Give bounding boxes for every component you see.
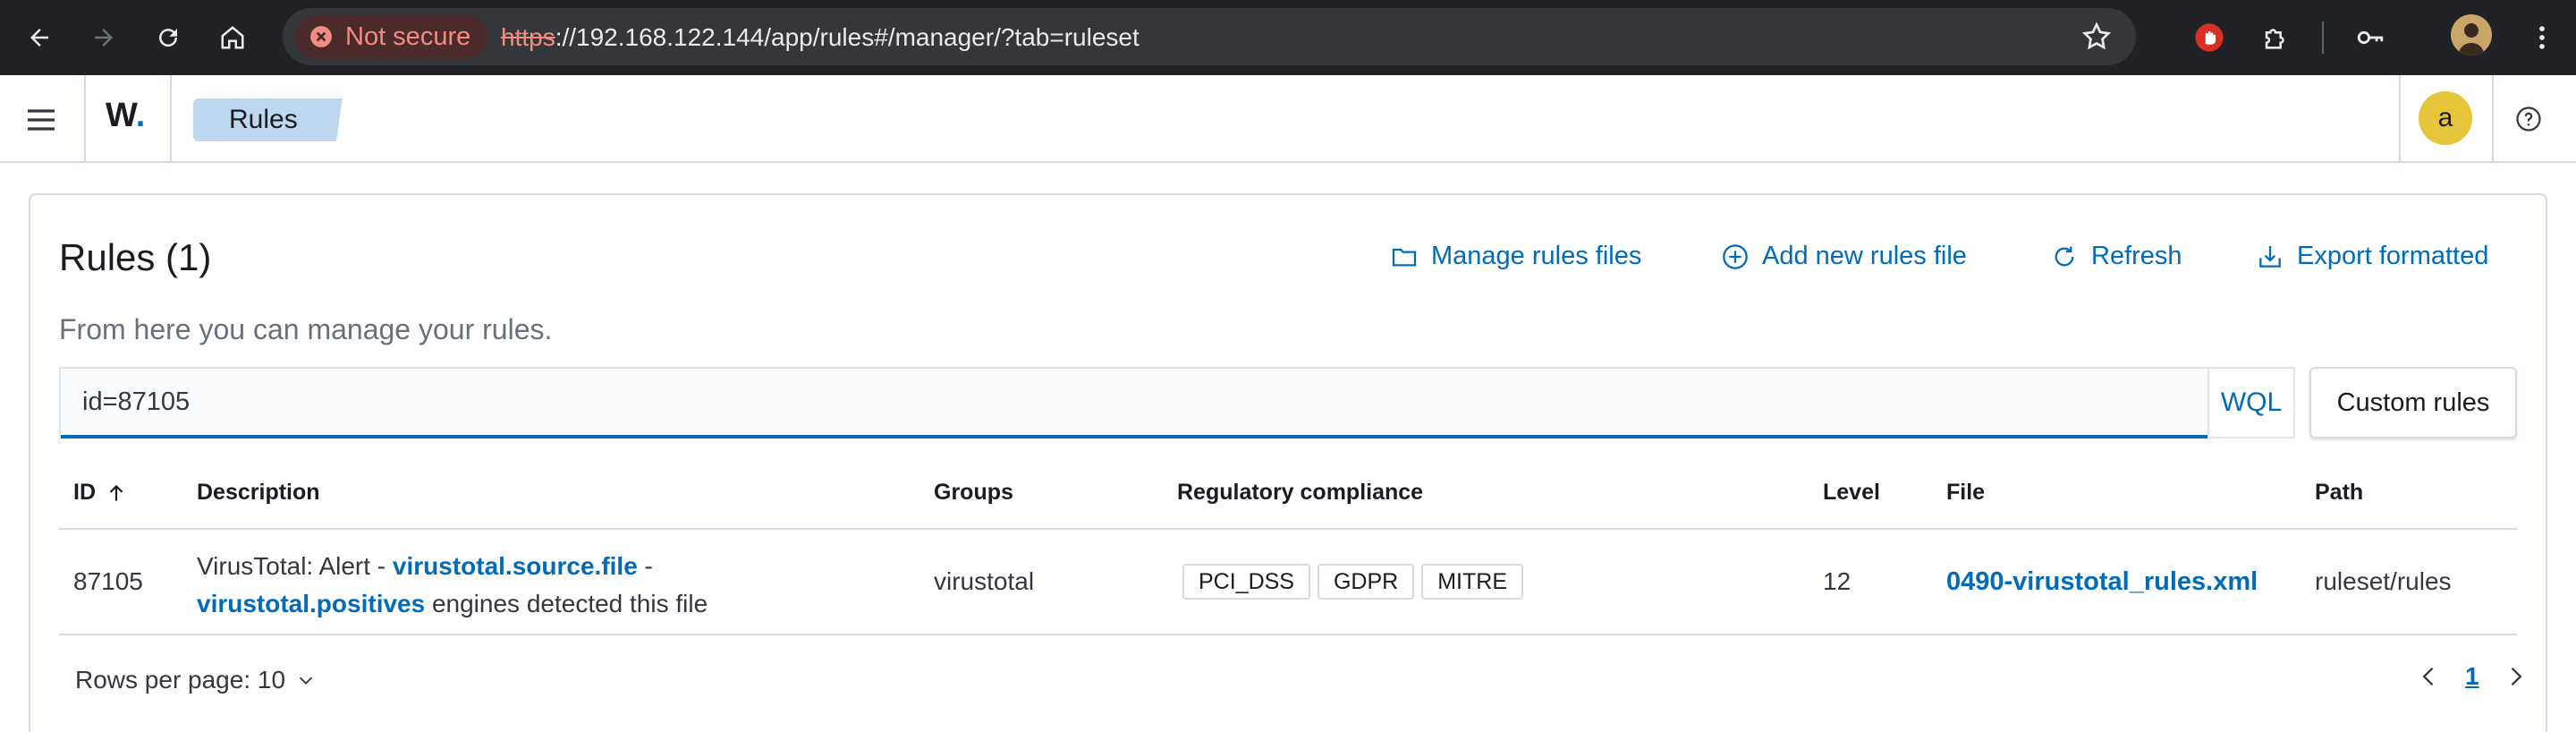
description-suffix: engines detected this file: [425, 590, 708, 617]
toolbar-divider: [2322, 21, 2324, 54]
url-rest: ://192.168.122.144/app/rules#/manager/?t…: [555, 23, 1140, 51]
header-divider: [170, 75, 172, 163]
help-icon[interactable]: [2515, 106, 2542, 132]
rule-description: VirusTotal: Alert - virustotal.source.fi…: [197, 548, 912, 623]
url-scheme: https: [501, 23, 555, 51]
header-divider: [84, 75, 86, 163]
logo-text: W: [106, 97, 136, 134]
table-row[interactable]: 87105 VirusTotal: Alert - virustotal.sou…: [59, 530, 2517, 635]
description-separator: -: [637, 552, 653, 580]
rule-path: ruleset/rules: [2315, 567, 2452, 595]
url-text[interactable]: https://192.168.122.144/app/rules#/manag…: [501, 23, 1140, 52]
rows-per-page-selector[interactable]: Rows per page: 10: [75, 666, 316, 694]
refresh-button[interactable]: Refresh: [2050, 242, 2182, 271]
search-bar: WQL: [59, 367, 2295, 438]
profile-avatar-icon[interactable]: [2451, 14, 2492, 55]
page-description: From here you can manage your rules.: [59, 313, 553, 345]
home-icon[interactable]: [209, 14, 256, 61]
sort-ascending-icon: [109, 484, 123, 501]
app-header: W. Rules a: [0, 75, 2576, 163]
compliance-badge[interactable]: MITRE: [1421, 564, 1523, 600]
add-new-rules-file-button[interactable]: Add new rules file: [1721, 242, 1967, 271]
folder-icon: [1392, 248, 1417, 266]
not-secure-icon: [310, 26, 332, 47]
column-header-groups[interactable]: Groups: [934, 480, 1013, 506]
browser-toolbar: Not secure https://192.168.122.144/app/r…: [0, 0, 2576, 75]
rule-groups: virustotal: [934, 567, 1035, 595]
description-field-link[interactable]: virustotal.positives: [197, 590, 425, 617]
column-header-path[interactable]: Path: [2315, 480, 2363, 506]
app-logo[interactable]: W.: [106, 97, 145, 135]
page-number-current[interactable]: 1: [2465, 662, 2479, 691]
column-header-id[interactable]: ID: [73, 480, 128, 506]
column-header-description[interactable]: Description: [197, 480, 320, 506]
security-label: Not secure: [345, 21, 471, 51]
compliance-badge[interactable]: GDPR: [1317, 564, 1415, 600]
security-chip[interactable]: Not secure: [295, 15, 489, 58]
description-prefix: VirusTotal: Alert -: [197, 552, 393, 580]
export-formatted-label: Export formatted: [2297, 242, 2489, 270]
compliance-badge[interactable]: PCI_DSS: [1182, 564, 1310, 600]
plus-circle-icon: [1723, 243, 1748, 269]
bookmark-star-icon[interactable]: [2080, 21, 2113, 53]
table-header: ID Description Groups Regulatory complia…: [59, 458, 2517, 530]
rule-id: 87105: [73, 567, 143, 595]
refresh-label: Refresh: [2091, 242, 2182, 270]
column-header-level[interactable]: Level: [1823, 480, 1880, 506]
forward-icon[interactable]: [80, 14, 127, 61]
compliance-badges: PCI_DSS GDPR MITRE: [1182, 564, 1530, 600]
extension-stop-icon[interactable]: [2186, 14, 2233, 61]
user-avatar[interactable]: a: [2419, 91, 2472, 145]
rules-table: ID Description Groups Regulatory complia…: [59, 458, 2517, 635]
search-input[interactable]: [61, 369, 2207, 438]
pagination: 1: [2417, 662, 2528, 691]
add-new-rules-file-label: Add new rules file: [1762, 242, 1967, 270]
breadcrumb-rules[interactable]: Rules: [193, 98, 343, 141]
custom-rules-button[interactable]: Custom rules: [2309, 367, 2517, 438]
description-field-link[interactable]: virustotal.source.file: [393, 552, 638, 580]
column-header-compliance[interactable]: Regulatory compliance: [1177, 480, 1423, 506]
header-divider: [2399, 75, 2401, 163]
address-bar[interactable]: Not secure https://192.168.122.144/app/r…: [283, 8, 2136, 65]
export-formatted-button[interactable]: Export formatted: [2256, 242, 2488, 271]
menu-hamburger-icon[interactable]: [23, 102, 59, 138]
column-header-id-label: ID: [73, 480, 96, 505]
refresh-icon: [2055, 246, 2074, 266]
back-icon[interactable]: [16, 14, 63, 61]
header-divider: [2492, 75, 2494, 163]
manage-rules-files-button[interactable]: Manage rules files: [1390, 242, 1641, 271]
extensions-puzzle-icon[interactable]: [2252, 14, 2299, 61]
rows-per-page-label: Rows per page: 10: [75, 666, 286, 694]
rule-file-link[interactable]: 0490-virustotal_rules.xml: [1946, 567, 2258, 597]
chevron-right-icon[interactable]: [2503, 664, 2528, 689]
wql-button[interactable]: WQL: [2207, 369, 2293, 437]
export-icon: [2259, 245, 2281, 268]
rule-level: 12: [1823, 567, 1852, 595]
page-title: Rules (1): [59, 236, 212, 278]
browser-menu-icon[interactable]: [2519, 14, 2565, 61]
chevron-down-icon: [299, 677, 313, 685]
reload-icon[interactable]: [145, 14, 191, 61]
chevron-left-icon[interactable]: [2417, 664, 2442, 689]
logo-dot: .: [135, 97, 146, 134]
password-key-icon[interactable]: [2347, 14, 2394, 61]
manage-rules-files-label: Manage rules files: [1431, 242, 1642, 270]
rules-panel: Rules (1) Manage rules files Add new rul…: [29, 193, 2547, 732]
column-header-file[interactable]: File: [1946, 480, 1985, 506]
